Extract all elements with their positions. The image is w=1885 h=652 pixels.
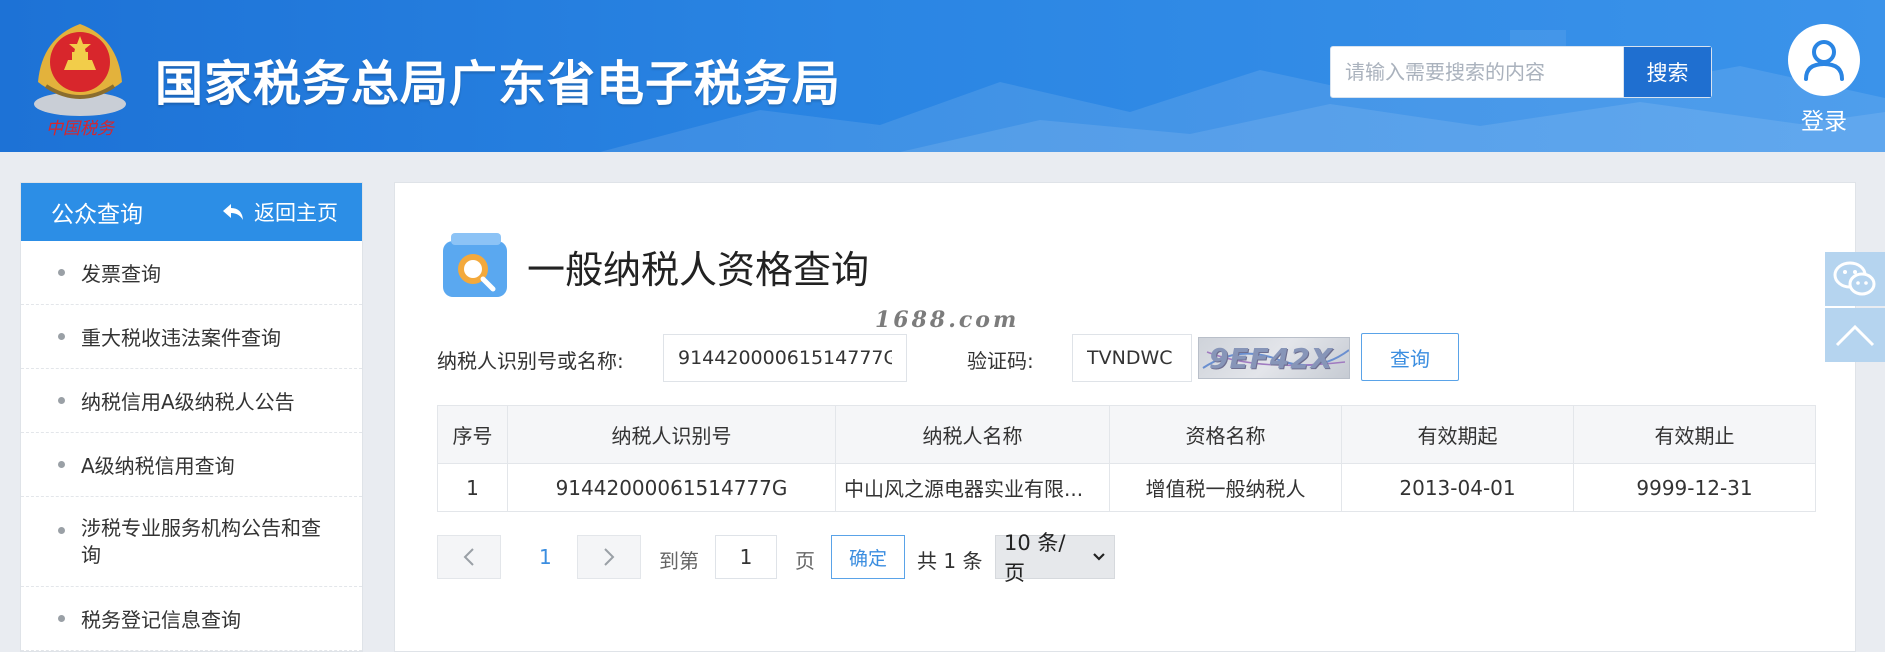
table-cell: 1: [437, 463, 508, 512]
back-home-label: 返回主页: [254, 201, 338, 225]
back-arrow-icon: [223, 204, 243, 220]
query-button[interactable]: 查询: [1361, 333, 1459, 381]
sidebar-item-tax-agency-query[interactable]: 涉税专业服务机构公告和查询: [21, 497, 362, 587]
prev-page-button[interactable]: [437, 535, 501, 579]
table-row: 1 91442000061514777G 中山风之源电器实业有限... 增值税一…: [437, 463, 1816, 512]
column-header: 纳税人识别号: [507, 405, 836, 464]
search-doc-icon: [441, 231, 509, 303]
header-search: 搜索: [1330, 46, 1712, 98]
sidebar-item-invoice-query[interactable]: 发票查询: [21, 241, 362, 305]
wechat-button[interactable]: [1825, 252, 1885, 306]
site-title: 国家税务总局广东省电子税务局: [155, 56, 842, 112]
column-header: 序号: [437, 405, 508, 464]
watermark: 1688.com: [875, 307, 1020, 333]
back-home-link[interactable]: 返回主页: [222, 197, 338, 227]
chevron-right-icon: [604, 548, 615, 566]
wechat-icon: [1833, 261, 1876, 296]
user-icon: [1788, 24, 1860, 96]
emblem-calligraphy: 中国税务: [46, 119, 116, 139]
table-cell: 增值税一般纳税人: [1109, 463, 1342, 512]
table-cell: 中山风之源电器实业有限...: [835, 463, 1110, 512]
goto-confirm-button[interactable]: 确定: [831, 535, 905, 579]
result-table: 序号 纳税人识别号 纳税人名称 资格名称 有效期起 有效期止 1 9144200…: [437, 405, 1816, 512]
search-input[interactable]: [1331, 47, 1623, 97]
captcha-image[interactable]: 9EF42X: [1198, 337, 1350, 379]
chevron-left-icon: [463, 548, 474, 566]
sidebar-menu: 发票查询 重大税收违法案件查询 纳税信用A级纳税人公告 A级纳税信用查询 涉税专…: [21, 241, 362, 651]
table-cell: 2013-04-01: [1341, 463, 1574, 512]
page-title: 一般纳税人资格查询: [527, 248, 870, 292]
sidebar-item-a-level-credit-query[interactable]: A级纳税信用查询: [21, 433, 362, 497]
sidebar-header: 公众查询 返回主页: [21, 183, 362, 241]
column-header: 有效期起: [1341, 405, 1574, 464]
column-header: 有效期止: [1573, 405, 1816, 464]
next-page-button[interactable]: [577, 535, 641, 579]
search-button[interactable]: 搜索: [1623, 47, 1711, 97]
captcha-label: 验证码:: [967, 349, 1034, 373]
main-panel: 一般纳税人资格查询 1688.com 纳税人识别号或名称: 验证码: 9EF42…: [394, 182, 1856, 652]
sidebar-title: 公众查询: [51, 202, 143, 228]
pagination: 1 到第 页 确定 共 1 条 10 条/页: [437, 531, 1337, 585]
page-unit-label: 页: [795, 549, 815, 573]
captcha-input[interactable]: [1072, 334, 1192, 382]
login-label: 登录: [1801, 109, 1847, 135]
chevron-down-icon: [1093, 553, 1105, 561]
sidebar-item-registration-query[interactable]: 税务登记信息查询: [21, 587, 362, 651]
login-button[interactable]: 登录: [1788, 24, 1860, 136]
page-number-current[interactable]: 1: [539, 545, 552, 569]
table-cell: 9999-12-31: [1573, 463, 1816, 512]
goto-label: 到第: [659, 549, 699, 573]
captcha-text: 9EF42X: [1209, 342, 1334, 375]
sidebar-item-a-level-announcement[interactable]: 纳税信用A级纳税人公告: [21, 369, 362, 433]
total-count: 共 1 条: [917, 549, 983, 573]
back-to-top-icon: [1835, 324, 1875, 347]
column-header: 资格名称: [1109, 405, 1342, 464]
back-to-top-button[interactable]: [1825, 308, 1885, 362]
column-header: 纳税人名称: [835, 405, 1110, 464]
goto-page-input[interactable]: [715, 535, 777, 579]
site-header: 中国税务 国家税务总局广东省电子税务局 搜索 登录: [0, 0, 1885, 152]
sidebar-item-major-violation-query[interactable]: 重大税收违法案件查询: [21, 305, 362, 369]
sidebar: 公众查询 返回主页 发票查询 重大税收违法案件查询 纳税信用A级纳税人公告 A级…: [20, 182, 363, 652]
page-size-select[interactable]: 10 条/页: [995, 531, 1115, 585]
page-size-value: 10 条/页: [1004, 531, 1066, 585]
table-header-row: 序号 纳税人识别号 纳税人名称 资格名称 有效期起 有效期止: [437, 405, 1816, 464]
table-cell: 91442000061514777G: [507, 463, 836, 512]
national-emblem-icon[interactable]: 中国税务: [28, 12, 132, 140]
taxpayer-label: 纳税人识别号或名称:: [437, 349, 624, 373]
taxpayer-input[interactable]: [663, 334, 907, 382]
